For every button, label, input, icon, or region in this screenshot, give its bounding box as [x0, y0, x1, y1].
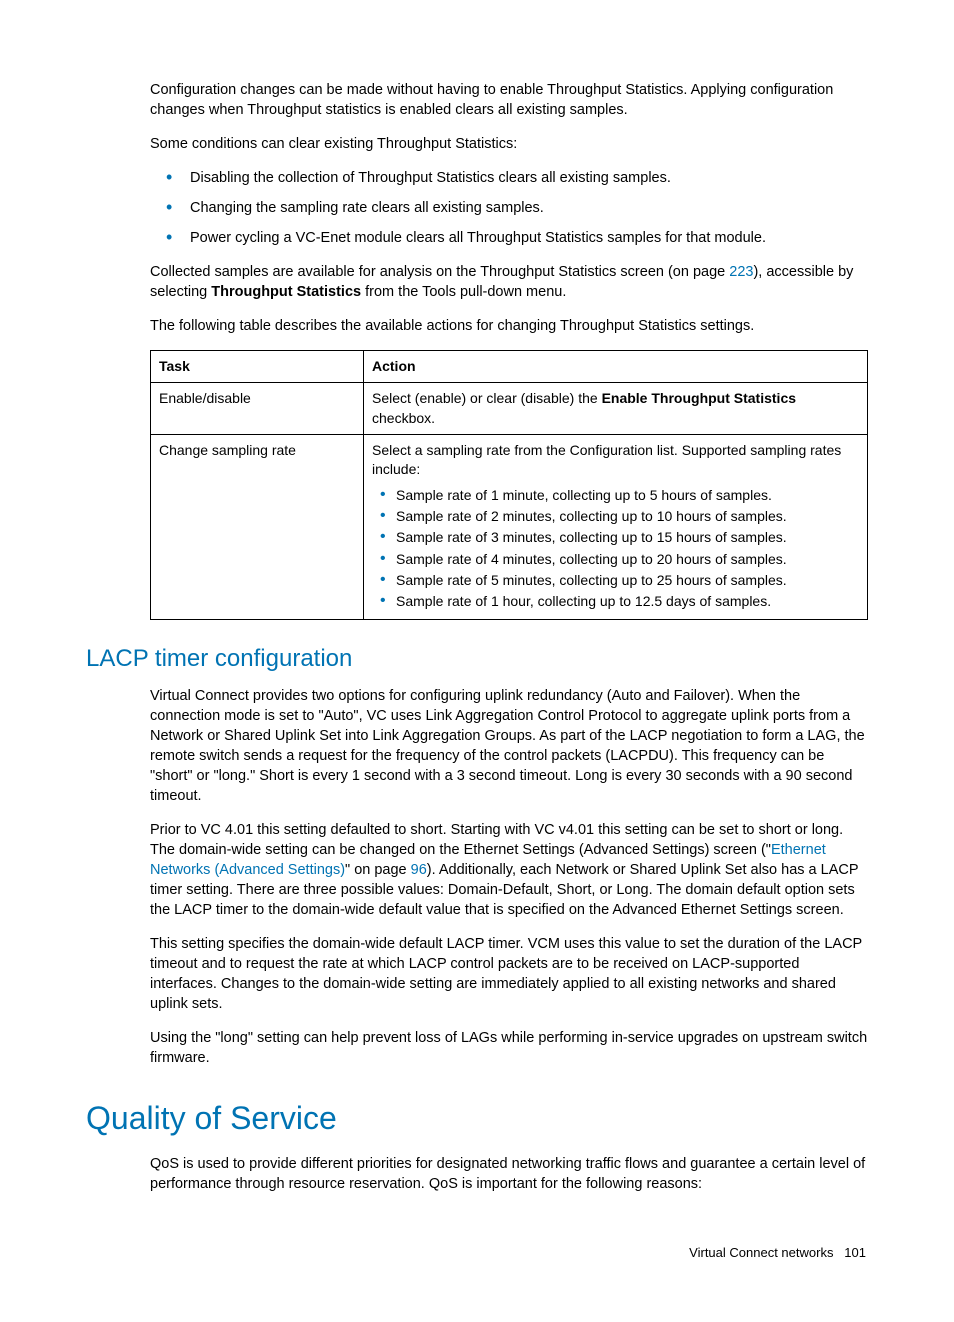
paragraph: The following table describes the availa… — [150, 316, 868, 336]
list-item: Disabling the collection of Throughput S… — [150, 168, 868, 188]
table-row: Enable/disable Select (enable) or clear … — [151, 383, 868, 435]
list-item: Sample rate of 3 minutes, collecting up … — [372, 528, 859, 547]
paragraph: Virtual Connect provides two options for… — [150, 686, 868, 806]
text-run: Prior to VC 4.01 this setting defaulted … — [150, 822, 843, 858]
list-item: Sample rate of 2 minutes, collecting up … — [372, 507, 859, 526]
table-cell-task: Change sampling rate — [151, 434, 364, 620]
paragraph: Configuration changes can be made withou… — [150, 80, 868, 120]
table-cell-task: Enable/disable — [151, 383, 364, 435]
table-header-action: Action — [364, 351, 868, 383]
text-run: Select (enable) or clear (disable) the — [372, 390, 602, 406]
list-item: Sample rate of 4 minutes, collecting up … — [372, 550, 859, 569]
actions-table: Task Action Enable/disable Select (enabl… — [150, 350, 868, 620]
table-row: Change sampling rate Select a sampling r… — [151, 434, 868, 620]
paragraph: Prior to VC 4.01 this setting defaulted … — [150, 820, 868, 920]
list-item: Sample rate of 5 minutes, collecting up … — [372, 571, 859, 590]
page-footer: Virtual Connect networks 101 — [86, 1244, 868, 1262]
text-run: " on page — [345, 862, 411, 878]
list-item: Sample rate of 1 hour, collecting up to … — [372, 592, 859, 611]
lacp-heading: LACP timer configuration — [86, 642, 868, 675]
list-item: Sample rate of 1 minute, collecting up t… — [372, 486, 859, 505]
list-item: Power cycling a VC-Enet module clears al… — [150, 228, 868, 248]
text-run: Collected samples are available for anal… — [150, 264, 729, 280]
table-header-row: Task Action — [151, 351, 868, 383]
text-run: Select a sampling rate from the Configur… — [372, 442, 841, 477]
table-cell-action: Select a sampling rate from the Configur… — [364, 434, 868, 620]
lacp-section: Virtual Connect provides two options for… — [150, 686, 868, 1068]
page-xref-link[interactable]: 223 — [729, 264, 753, 280]
sampling-rate-list: Sample rate of 1 minute, collecting up t… — [372, 486, 859, 612]
paragraph: QoS is used to provide different priorit… — [150, 1154, 868, 1194]
page-xref-link[interactable]: 96 — [411, 862, 427, 878]
list-item: Changing the sampling rate clears all ex… — [150, 198, 868, 218]
table-cell-action: Select (enable) or clear (disable) the E… — [364, 383, 868, 435]
table-header-task: Task — [151, 351, 364, 383]
qos-section: QoS is used to provide different priorit… — [150, 1154, 868, 1194]
text-run: from the Tools pull-down menu. — [361, 284, 566, 300]
bold-text: Throughput Statistics — [211, 284, 361, 300]
paragraph: Collected samples are available for anal… — [150, 262, 868, 302]
throughput-stats-section: Configuration changes can be made withou… — [150, 80, 868, 620]
page: Configuration changes can be made withou… — [0, 0, 954, 1322]
footer-section: Virtual Connect networks — [689, 1245, 833, 1260]
conditions-list: Disabling the collection of Throughput S… — [150, 168, 868, 248]
footer-page-number: 101 — [844, 1245, 866, 1260]
paragraph: Some conditions can clear existing Throu… — [150, 134, 868, 154]
paragraph: This setting specifies the domain-wide d… — [150, 934, 868, 1014]
qos-heading: Quality of Service — [86, 1096, 868, 1140]
paragraph: Using the "long" setting can help preven… — [150, 1028, 868, 1068]
bold-text: Enable Throughput Statistics — [602, 390, 796, 406]
text-run: checkbox. — [372, 410, 435, 426]
